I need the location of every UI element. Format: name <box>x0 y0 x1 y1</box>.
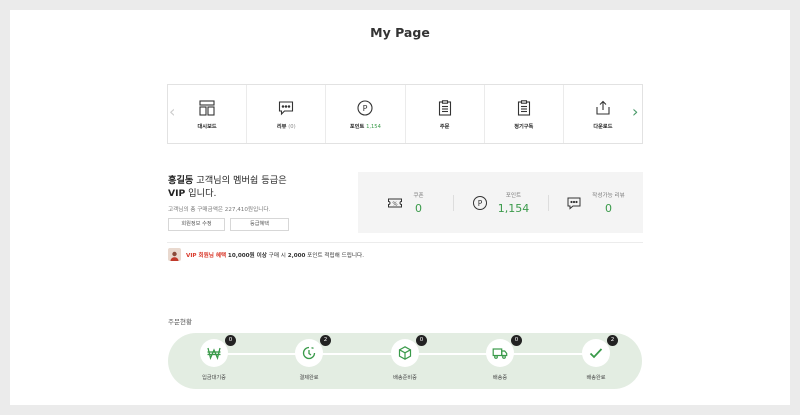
check-icon <box>589 348 603 359</box>
svg-text:%: % <box>393 201 398 207</box>
order-step-delivered[interactable]: 2 배송완료 <box>566 335 626 381</box>
menu-item-label: 포인트 1,154 <box>349 123 381 130</box>
menu-item-review[interactable]: 리뷰 (0) <box>247 85 327 143</box>
menu-item-label: 대시보드 <box>197 123 217 130</box>
step-label: 배송준비중 <box>393 375 417 381</box>
clipboard-icon <box>517 99 530 116</box>
menu-item-label: 리뷰 (0) <box>276 123 296 130</box>
carousel-next-icon[interactable]: › <box>632 104 638 120</box>
review-icon <box>567 197 581 210</box>
membership-line2: VIP 입니다. <box>168 188 217 199</box>
stat-value: 0 <box>605 201 612 215</box>
won-icon <box>207 347 221 361</box>
stat-label: 작성가능 리뷰 <box>592 192 625 199</box>
order-step-preparing[interactable]: 0 배송준비중 <box>375 335 435 381</box>
svg-text:P: P <box>363 104 368 113</box>
step-label: 입금대기중 <box>202 375 226 381</box>
stat-label: 쿠폰 <box>413 192 424 199</box>
section-divider <box>167 242 643 243</box>
menu-item-label: 정기구독 <box>514 123 534 130</box>
stat-label: 포인트 <box>505 192 522 199</box>
step-label: 결제완료 <box>299 375 319 381</box>
coupon-icon: % <box>388 198 403 207</box>
box-icon <box>398 346 412 360</box>
stat-value: 0 <box>414 201 422 215</box>
order-step-shipping[interactable]: 0 배송중 <box>470 335 530 381</box>
membership-line1: 홍길동 고객님의 멤버쉽 등급은 <box>168 175 287 186</box>
menu-item-point[interactable]: P 포인트 1,154 <box>326 85 406 143</box>
menu-item-download[interactable]: 다운로드 <box>564 85 642 143</box>
point-icon: P <box>472 195 487 210</box>
dashboard-icon <box>199 99 215 116</box>
menu-item-label: 다운로드 <box>593 123 613 130</box>
svg-text:P: P <box>477 198 482 207</box>
step-count-badge: 0 <box>416 335 427 346</box>
menu-item-label: 주문 <box>439 123 450 130</box>
stat-point[interactable]: P 포인트 1,154 <box>453 191 548 215</box>
page-title: My Page <box>370 25 430 40</box>
step-count-badge: 0 <box>225 335 236 346</box>
menu-item-subscription[interactable]: 정기구독 <box>485 85 564 143</box>
stats-panel: % 쿠폰 0 P 포인트 1,154 작성가능 리뷰 0 <box>358 172 643 233</box>
avatar <box>168 248 181 261</box>
download-icon <box>596 100 610 115</box>
chat-bubble-icon <box>279 100 294 115</box>
my-page: My Page ‹ 대시보드 리뷰 (0) P 포인트 1,154 주문 정기구… <box>10 10 790 405</box>
order-status-track: 0 입금대기중 2 결제완료 0 배송준비중 0 배송중 2 배송완료 <box>168 333 642 389</box>
order-step-paid[interactable]: 2 결제완료 <box>279 335 339 381</box>
step-count-badge: 2 <box>607 335 618 346</box>
total-purchase: 고객님의 총 구매금액은 227,410원입니다. <box>168 207 271 213</box>
notice-highlight: VIP 회원님 혜택 <box>186 252 227 259</box>
vip-notice: VIP 회원님 혜택 10,000원 이상 구매 시 2,000 포인트 적립해… <box>168 248 364 261</box>
mypage-menu: 대시보드 리뷰 (0) P 포인트 1,154 주문 정기구독 다운로드 <box>167 84 643 144</box>
step-label: 배송중 <box>492 375 508 381</box>
edit-profile-button[interactable]: 회원정보 수정 <box>168 218 225 231</box>
step-count-badge: 0 <box>511 335 522 346</box>
stat-value: 1,154 <box>497 201 530 215</box>
menu-item-order[interactable]: 주문 <box>406 85 485 143</box>
grade-benefit-button[interactable]: 등급혜택 <box>230 218 289 231</box>
order-status-title: 주문현황 <box>168 318 192 326</box>
truck-icon <box>492 348 508 359</box>
step-count-badge: 2 <box>320 335 331 346</box>
step-label: 배송완료 <box>586 375 606 381</box>
stat-coupon[interactable]: % 쿠폰 0 <box>358 191 453 215</box>
stat-review[interactable]: 작성가능 리뷰 0 <box>548 191 643 215</box>
order-step-pending-payment[interactable]: 0 입금대기중 <box>184 335 244 381</box>
clipboard-icon <box>438 99 451 116</box>
membership-info: 홍길동 고객님의 멤버쉽 등급은 VIP 입니다. 고객님의 총 구매금액은 2… <box>168 174 348 231</box>
menu-item-dashboard[interactable]: 대시보드 <box>168 85 248 143</box>
clock-icon <box>302 346 316 360</box>
point-icon: P <box>357 99 373 116</box>
